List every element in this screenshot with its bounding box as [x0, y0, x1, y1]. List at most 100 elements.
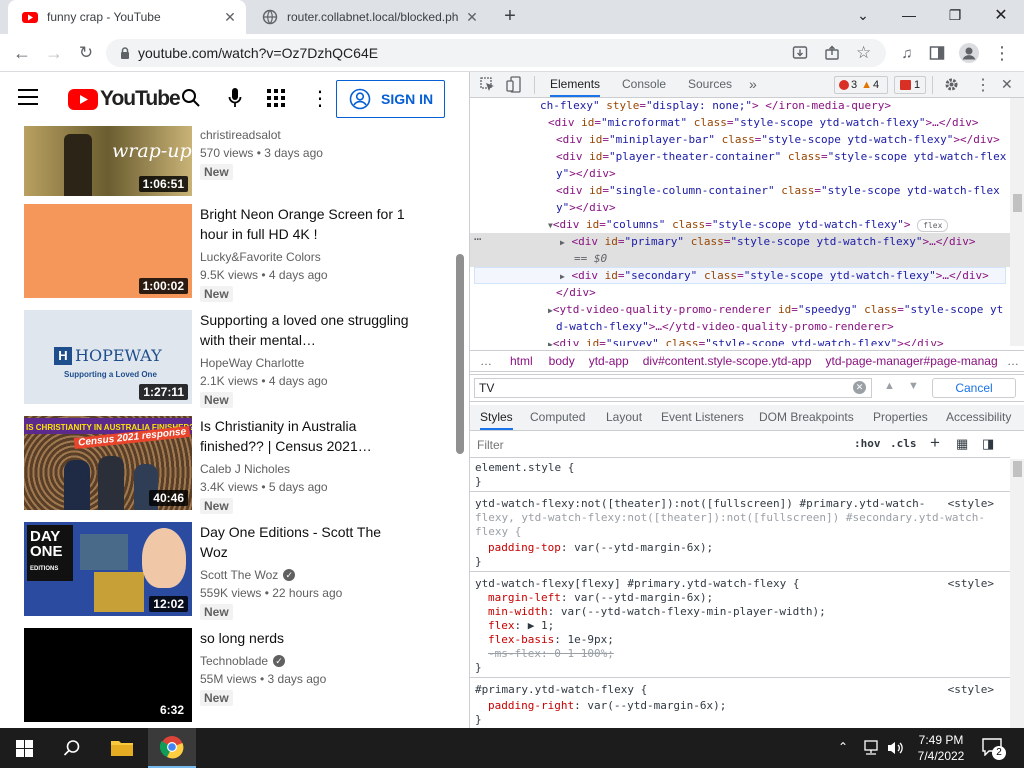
video-item[interactable]: IS CHRISTIANITY IN AUSTRALIA FINISHED???…	[24, 416, 454, 514]
css-declaration[interactable]: min-width: var(--ytd-watch-flexy-min-pla…	[488, 605, 826, 619]
video-channel[interactable]: Technoblade ✓	[200, 654, 286, 668]
dom-node-primary[interactable]: ▶ <div id="primary" class="style-scope y…	[560, 233, 1024, 250]
devtools-menu-icon[interactable]: ⋮	[975, 75, 991, 95]
styles-scrollbar[interactable]	[1010, 459, 1024, 728]
video-item[interactable]: 6:32 so long nerds Technoblade ✓ 55M view…	[24, 628, 454, 722]
restore-icon[interactable]: ❐	[932, 0, 978, 30]
volume-icon[interactable]	[886, 740, 904, 756]
show-hidden-icons-icon[interactable]: ⌃	[838, 740, 848, 754]
dom-node[interactable]: ▶<div id="microformat" class="style-scop…	[548, 114, 1024, 131]
hover-state-toggle[interactable]: :hov	[854, 437, 881, 450]
video-thumbnail[interactable]: 1:00:02	[24, 204, 192, 298]
cancel-search-button[interactable]: Cancel	[932, 378, 1016, 398]
css-selector[interactable]: #primary.ytd-watch-flexy {	[475, 683, 647, 697]
css-source-link[interactable]: <style>	[948, 577, 994, 590]
css-declaration[interactable]: margin-left: var(--ytd-margin-6x);	[488, 591, 713, 605]
video-channel[interactable]: Scott The Woz ✓	[200, 568, 296, 582]
css-selector[interactable]: flexy, ytd-watch-flexy:not([theater]):no…	[475, 511, 985, 525]
panel-tab-computed[interactable]: Computed	[530, 405, 585, 430]
breadcrumb-overflow-icon[interactable]: …	[480, 354, 492, 368]
dom-node-secondary[interactable]: ▶ <div id="secondary" class="style-scope…	[560, 267, 1024, 284]
video-thumbnail[interactable]: H HOPEWAY Supporting a Loved One 1:27:11	[24, 310, 192, 404]
device-toolbar-icon[interactable]	[506, 76, 522, 93]
video-title[interactable]: Bright Neon Orange Screen for 1 hour in …	[200, 204, 410, 244]
new-tab-button[interactable]: +	[498, 4, 522, 28]
css-selector[interactable]: flexy {	[475, 525, 521, 539]
breadcrumb-overflow-icon[interactable]: …	[1007, 354, 1019, 368]
lock-icon[interactable]	[120, 47, 130, 59]
toggle-sidebar-icon[interactable]: ◨	[982, 436, 994, 452]
dom-node[interactable]: ch-flexy" style="display: none;"> </iron…	[540, 98, 1024, 114]
bookmark-star-icon[interactable]: ☆	[856, 43, 871, 63]
forward-icon[interactable]: →	[40, 39, 68, 67]
video-thumbnail[interactable]: 6:32	[24, 628, 192, 722]
microphone-icon[interactable]	[228, 87, 242, 109]
video-channel[interactable]: Lucky&Favorite Colors	[200, 250, 321, 264]
profile-avatar-icon[interactable]	[955, 39, 983, 67]
breadcrumb-item[interactable]: ytd-page-manager#page-manag	[826, 354, 998, 368]
css-declaration[interactable]: flex-basis: 1e-9px;	[488, 633, 614, 647]
video-channel[interactable]: HopeWay Charlotte	[200, 356, 304, 370]
dom-node[interactable]: <div id="single-column-container" class=…	[556, 182, 1024, 199]
panel-tab-accessibility[interactable]: Accessibility	[946, 405, 1011, 430]
dom-scrollbar[interactable]	[1010, 98, 1024, 346]
rendering-emulation-icon[interactable]: ▦	[956, 436, 968, 452]
start-button[interactable]	[0, 728, 48, 768]
video-item[interactable]: wrap-up 1:06:51 christireadsalot 570 vie…	[24, 118, 454, 212]
expand-arrow-icon[interactable]: ▶	[560, 272, 565, 281]
apps-grid-icon[interactable]	[267, 89, 285, 107]
back-icon[interactable]: ←	[8, 39, 36, 67]
node-actions-ellipsis-icon[interactable]: ⋯	[474, 232, 481, 246]
dom-node[interactable]: d-watch-flexy">…</ytd-video-quality-prom…	[556, 318, 1024, 335]
video-thumbnail[interactable]: wrap-up 1:06:51	[24, 126, 192, 196]
video-thumbnail[interactable]: DAY ONE EDITIONS 12:02	[24, 522, 192, 616]
install-icon[interactable]	[792, 45, 808, 61]
page-scrollbar-thumb[interactable]	[456, 254, 464, 454]
styles-filter-input[interactable]	[474, 435, 840, 455]
devtools-tab-sources[interactable]: Sources	[688, 72, 732, 97]
hamburger-menu-icon[interactable]	[18, 89, 38, 105]
css-declaration[interactable]: padding-top: var(--ytd-margin-6x);	[488, 541, 713, 555]
video-item[interactable]: 1:00:02 Bright Neon Orange Screen for 1 …	[24, 204, 454, 302]
dom-node[interactable]: y"></div>	[556, 165, 1024, 182]
tab-youtube[interactable]: funny crap - YouTube ✕	[8, 0, 246, 34]
devtools-tab-elements[interactable]: Elements	[550, 72, 601, 97]
chrome-taskbar-button[interactable]	[148, 728, 196, 768]
video-title[interactable]: Supporting a loved one struggling with t…	[200, 310, 410, 350]
share-icon[interactable]	[824, 45, 840, 61]
tab-search-icon[interactable]: ⌄	[840, 0, 886, 30]
tab-router[interactable]: router.collabnet.local/blocked.ph ✕	[248, 0, 488, 34]
css-selector[interactable]: element.style {	[475, 461, 574, 475]
search-icon[interactable]	[181, 88, 201, 108]
breadcrumb-item[interactable]: ytd-app	[589, 354, 629, 368]
dom-node[interactable]: y"></div>	[556, 199, 1024, 216]
inspect-element-icon[interactable]	[480, 77, 495, 92]
video-item[interactable]: H HOPEWAY Supporting a Loved One 1:27:11…	[24, 310, 454, 408]
panel-tab-layout[interactable]: Layout	[606, 405, 642, 430]
panel-tab-properties[interactable]: Properties	[873, 405, 928, 430]
dom-node[interactable]: <div id="miniplayer-bar" class="style-sc…	[556, 131, 1024, 148]
file-explorer-button[interactable]	[98, 728, 146, 768]
taskbar-search-button[interactable]	[48, 728, 96, 768]
expand-arrow-icon[interactable]: ▶	[560, 238, 565, 247]
reload-icon[interactable]: ↻	[72, 39, 100, 67]
sign-in-button[interactable]: SIGN IN	[336, 80, 445, 118]
search-next-icon[interactable]: ▼	[908, 380, 919, 392]
css-declaration-overridden[interactable]: -ms-flex: 0 1 100%;	[488, 647, 614, 661]
video-title[interactable]: Is Christianity in Australia finished?? …	[200, 416, 410, 456]
css-declaration[interactable]: padding-right: var(--ytd-margin-6x);	[488, 699, 726, 713]
console-issue-counter[interactable]: 3 ▲ 4	[834, 76, 888, 94]
panel-tab-dom-breakpoints[interactable]: DOM Breakpoints	[759, 405, 854, 430]
breadcrumb-item[interactable]: body	[549, 354, 575, 368]
class-toggle[interactable]: .cls	[890, 437, 917, 450]
video-item[interactable]: DAY ONE EDITIONS 12:02 Day One Editions …	[24, 522, 454, 620]
system-clock[interactable]: 7:49 PM 7/4/2022	[912, 732, 970, 764]
breadcrumb-item[interactable]: div#content.style-scope.ytd-app	[643, 354, 812, 368]
more-tabs-icon[interactable]: »	[749, 72, 757, 97]
dom-node[interactable]: ▶<ytd-video-quality-promo-renderer id="s…	[548, 301, 1024, 318]
action-center-button[interactable]: 2	[982, 738, 1006, 760]
video-channel[interactable]: Caleb J Nicholes	[200, 462, 290, 476]
devtools-tab-console[interactable]: Console	[622, 72, 666, 97]
css-declaration[interactable]: flex: ▶ 1;	[488, 619, 554, 633]
close-tab-icon[interactable]: ✕	[222, 9, 238, 26]
